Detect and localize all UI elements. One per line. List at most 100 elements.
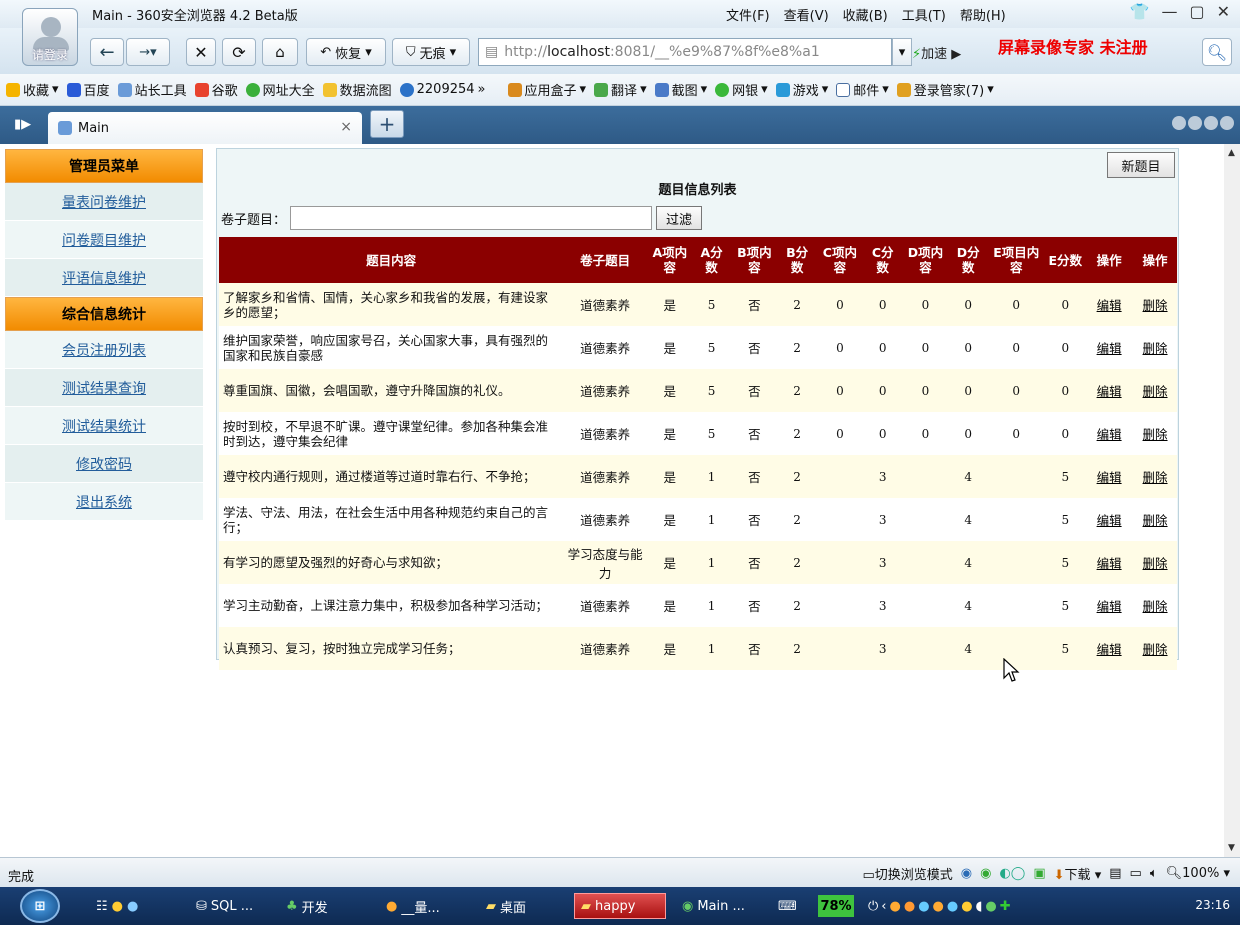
bookmark-google[interactable]: 谷歌 [194,80,238,99]
download-button[interactable]: ⬇下载 ▾ [1054,864,1102,883]
sidebar-item-comment-maintenance[interactable]: 评语信息维护 [5,259,203,297]
delete-link[interactable]: 删除 [1143,599,1168,614]
avatar[interactable]: 请登录 [22,8,78,66]
maximize-button[interactable]: ▢ [1189,2,1204,21]
task-happy[interactable]: ▰ happy [574,893,666,919]
sidebar-item-logout[interactable]: 退出系统 [5,483,203,521]
bookmark-games[interactable]: 游戏 ▾ [775,80,828,99]
task-desktop[interactable]: ▰ 桌面 [480,893,532,919]
new-tab-button[interactable]: + [370,110,404,138]
notrace-button[interactable]: ⛉ 无痕 ▾ [392,38,470,66]
minimize-button[interactable]: — [1161,2,1177,21]
delete-link[interactable]: 删除 [1143,384,1168,399]
scroll-up-icon[interactable]: ▲ [1228,148,1235,158]
tab-left-icon[interactable] [1172,116,1186,130]
quick-launch[interactable]: ☷ ● ● [90,893,144,919]
volume-icon[interactable]: 🔈︎ [1150,866,1158,881]
menu-favorites[interactable]: 收藏(B) [843,5,888,24]
network-icon[interactable]: ● [947,899,958,914]
sidebar-item-question-maintenance[interactable]: 问卷题目维护 [5,221,203,259]
bookmark-baidu[interactable]: 百度 [66,80,110,99]
battery-indicator[interactable]: 78% [818,895,854,917]
menu-tools[interactable]: 工具(T) [902,5,946,24]
back-button[interactable]: ← [90,38,124,66]
menu-view[interactable]: 查看(V) [784,5,829,24]
tab-close-icon[interactable] [1220,116,1234,130]
filter-button[interactable]: 过滤 [656,206,703,230]
delete-link[interactable]: 删除 [1143,470,1168,485]
new-question-button[interactable]: 新题目 [1107,152,1175,178]
notes-icon[interactable]: ▤ [1109,866,1121,881]
tray-expand-icon[interactable]: ‹ [881,899,886,914]
screen-icon[interactable]: ▭ [1130,866,1142,881]
refresh-button[interactable]: ⟳ [222,38,256,66]
tab-main[interactable]: Main × [48,112,362,144]
task-dev[interactable]: ♣ 开发 [280,893,334,919]
home-button[interactable]: ⌂ [262,38,298,66]
search-button[interactable]: 🔍︎ [1202,38,1232,66]
bookmark-sites[interactable]: 网址大全 [245,80,315,99]
volume-icon[interactable]: ◖ [976,899,983,914]
zoom-control[interactable]: 🔍︎100% ▾ [1166,866,1230,881]
sidebar-item-scale-questionnaire[interactable]: 量表问卷维护 [5,183,203,221]
bookmark-bank[interactable]: 网银 ▾ [715,80,768,99]
start-button[interactable]: ⊞ [20,889,60,923]
ie-icon[interactable]: ◉ [961,866,972,881]
edit-link[interactable]: 编辑 [1097,513,1122,528]
delete-link[interactable]: 删除 [1143,427,1168,442]
task-scale[interactable]: ● __量... [380,893,446,919]
switch-mode-button[interactable]: ▭切换浏览模式 [862,864,952,883]
close-tab-icon[interactable]: × [340,119,352,135]
edit-link[interactable]: 编辑 [1097,470,1122,485]
tray-app-icon[interactable]: ● [918,899,929,914]
forward-button[interactable]: →▾ [126,38,170,66]
edit-link[interactable]: 编辑 [1097,341,1122,356]
tab-right-icon[interactable] [1188,116,1202,130]
download-manager-icon[interactable]: ▣ [1033,866,1045,881]
stop-button[interactable]: ✕ [186,38,216,66]
task-main[interactable]: ◉ Main ... [676,893,751,919]
vertical-scrollbar[interactable]: ▲ ▼ [1224,144,1240,857]
bookmark-dfd[interactable]: 数据流图 [322,80,392,99]
task-sql[interactable]: ⛁ SQL ... [190,893,259,919]
edit-link[interactable]: 编辑 [1097,599,1122,614]
bookmark-webmaster[interactable]: 站长工具 [117,80,187,99]
delete-link[interactable]: 删除 [1143,513,1168,528]
delete-link[interactable]: 删除 [1143,298,1168,313]
delete-link[interactable]: 删除 [1143,556,1168,571]
bookmark-login-manager[interactable]: 登录管家(7) ▾ [896,80,994,99]
security-icon[interactable]: ◉ [980,866,991,881]
bookmark-mail[interactable]: 邮件 ▾ [836,80,889,99]
tray-app-icon[interactable]: ● [961,899,972,914]
security-icon[interactable]: ● [985,899,996,914]
toggle-icon[interactable]: ◐◯ [999,866,1025,881]
sidebar-toggle-icon[interactable]: ▮▶ [14,117,31,132]
scroll-down-icon[interactable]: ▼ [1228,843,1235,853]
task-keyboard[interactable]: ⌨ [772,893,803,919]
filter-input[interactable] [290,206,653,230]
sidebar-item-result-query[interactable]: 测试结果查询 [5,369,203,407]
sidebar-item-change-password[interactable]: 修改密码 [5,445,203,483]
bookmark-translate[interactable]: 翻译 ▾ [594,80,647,99]
edit-link[interactable]: 编辑 [1097,642,1122,657]
speed-button[interactable]: ⚡加速 ▶ [912,43,961,62]
address-dropdown[interactable]: ▾ [892,38,912,66]
sidebar-item-member-list[interactable]: 会员注册列表 [5,331,203,369]
qq-icon[interactable]: ● [904,899,915,914]
bookmark-appbox[interactable]: 应用盒子 ▾ [507,80,586,99]
edit-link[interactable]: 编辑 [1097,556,1122,571]
bookmark-screenshot[interactable]: 截图 ▾ [654,80,707,99]
restore-button[interactable]: ↶ 恢复 ▾ [306,38,386,66]
plus-icon[interactable]: ✚ [1000,899,1011,914]
tray-app-icon[interactable]: ● [890,899,901,914]
delete-link[interactable]: 删除 [1143,341,1168,356]
menu-help[interactable]: 帮助(H) [960,5,1006,24]
plug-icon[interactable]: ⏻ [868,899,878,914]
address-bar[interactable]: ▤ http://localhost:8081/__%e9%87%8f%e8%a… [478,38,892,66]
edit-link[interactable]: 编辑 [1097,384,1122,399]
tab-list-icon[interactable] [1204,116,1218,130]
qq-icon[interactable]: ● [933,899,944,914]
delete-link[interactable]: 删除 [1143,642,1168,657]
sidebar-item-result-stats[interactable]: 测试结果统计 [5,407,203,445]
close-window-button[interactable]: ✕ [1217,2,1230,21]
